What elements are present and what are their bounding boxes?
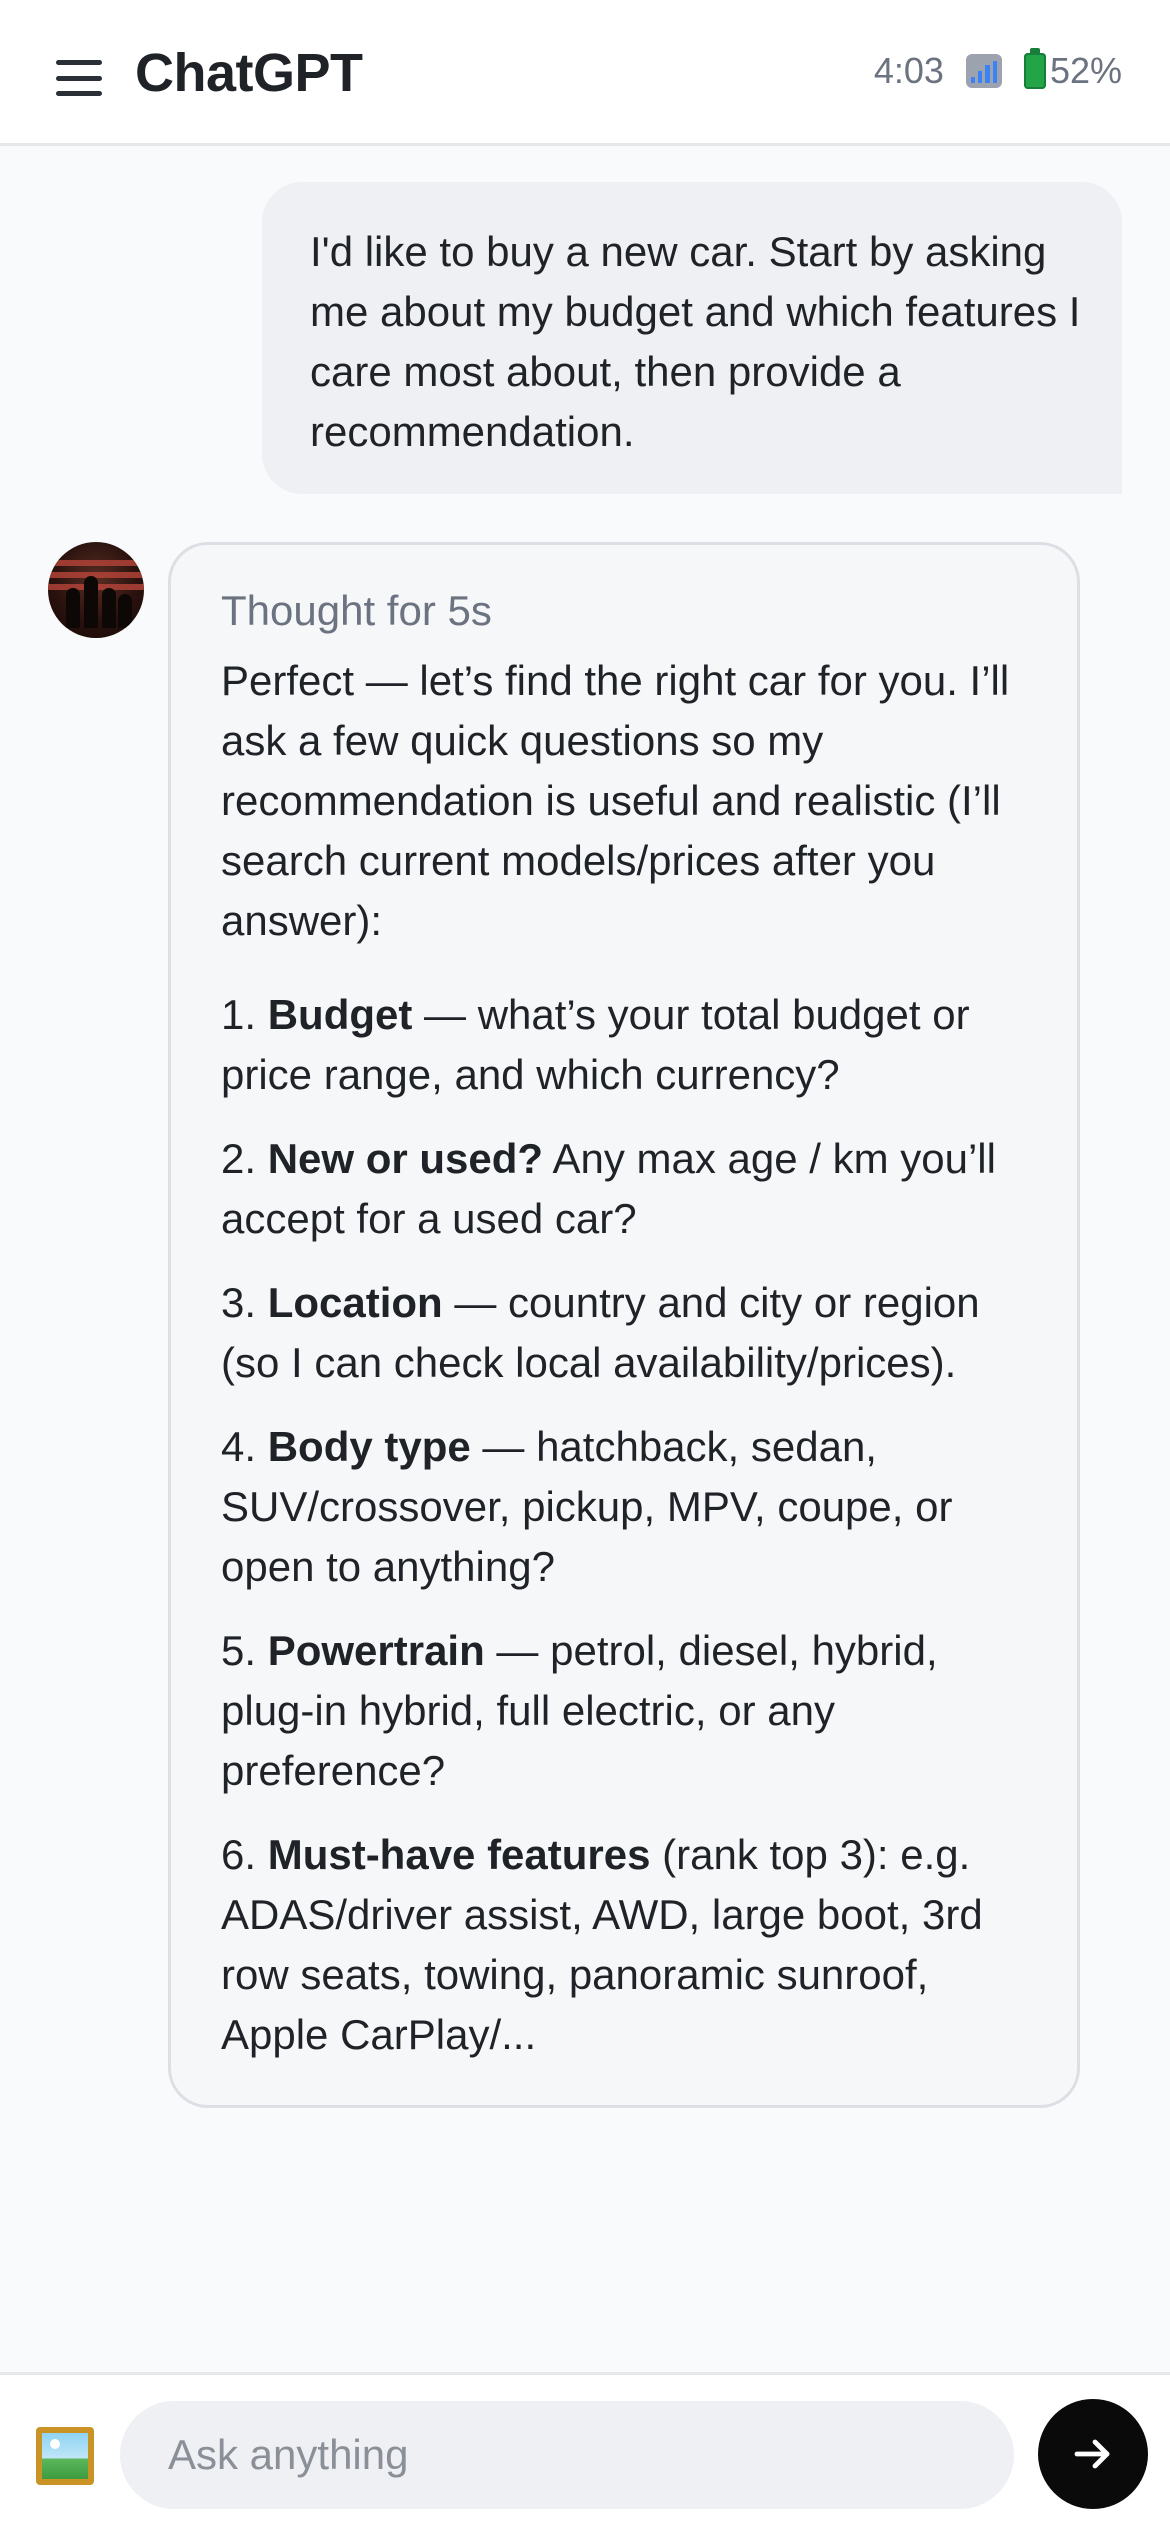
question-title: Budget [267, 991, 413, 1038]
send-button[interactable] [1038, 2399, 1148, 2509]
question-item-must-have-features: 6. Must-have features (rank top 3): e.g.… [221, 1831, 983, 2058]
question-item-body-type: 4. Body type — hatchback, sedan, SUV/cro… [221, 1423, 953, 1590]
top-bar: ChatGPT 4:03 52% [0, 0, 1170, 146]
battery-indicator: 52% [1023, 48, 1122, 92]
question-title: Must-have features [267, 1831, 651, 1878]
question-item-powertrain: 5. Powertrain — petrol, diesel, hybrid, … [221, 1627, 938, 1794]
question-title: Body type [267, 1423, 471, 1470]
battery-icon [1023, 48, 1046, 89]
question-title: Powertrain [267, 1627, 485, 1674]
assistant-intro: Perfect — let’s find the right car for y… [221, 657, 1010, 944]
question-item-location: 3. Location — country and city or region… [221, 1279, 980, 1386]
image-attach-icon[interactable] [36, 2427, 94, 2485]
thought-duration[interactable]: Thought for 5s [221, 581, 1031, 641]
app-title: ChatGPT [135, 43, 363, 103]
signal-icon [965, 54, 1002, 88]
question-title: New or used? [267, 1135, 544, 1182]
message-input[interactable] [120, 2401, 1014, 2509]
chat-app: ChatGPT 4:03 52% I'd like to buy a new c… [0, 0, 1170, 2532]
arrow-right-icon [1074, 2439, 1110, 2469]
question-item-new-or-used: 2. New or used? Any max age / km you’ll … [221, 1135, 996, 1242]
question-title: Location [267, 1279, 443, 1326]
clock-time: 4:03 [873, 50, 944, 91]
question-item-budget: 1. Budget — what’s your total budget or … [221, 991, 970, 1098]
hamburger-menu-icon[interactable] [56, 60, 102, 96]
assistant-avatar [48, 542, 144, 638]
assistant-message: Thought for 5s Perfect — let’s find the … [168, 542, 1080, 2108]
status-bar: 4:03 52% [873, 48, 1122, 92]
battery-percent: 52% [1049, 50, 1122, 91]
user-message: I'd like to buy a new car. Start by aski… [262, 182, 1122, 494]
composer-bar [0, 2372, 1170, 2532]
